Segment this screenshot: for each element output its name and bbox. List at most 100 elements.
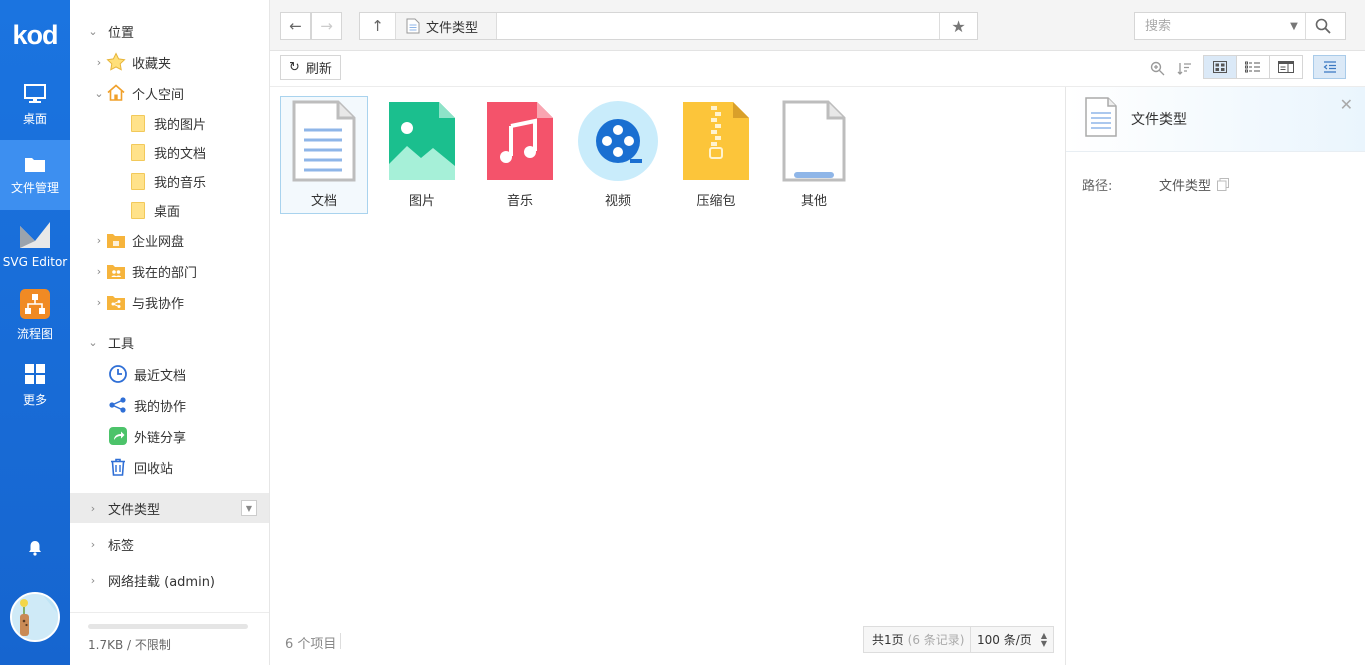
file-item-other[interactable]: 其他 [770,96,858,214]
back-button[interactable]: ← [280,12,311,40]
document-icon [1085,97,1117,137]
search-scope-dropdown[interactable]: ▼ [1283,21,1305,32]
chevron-down-icon: ⌄ [94,86,104,100]
app-logo[interactable]: kod [0,0,70,70]
department-folder-icon [106,261,126,281]
tree-item-shared-with-me[interactable]: › 与我协作 [70,288,269,316]
path-value: 文件类型 [1159,175,1230,194]
file-item-images[interactable]: 图片 [378,96,466,214]
divider [340,633,341,649]
view-list-button[interactable] [1237,56,1270,78]
rail-item-flowchart[interactable]: 流程图 [0,280,70,350]
tree-item-favorites[interactable]: › 收藏夹 [70,48,269,76]
tree-item-my-department[interactable]: › 我在的部门 [70,257,269,285]
view-split-button[interactable] [1270,56,1302,78]
row-menu-button[interactable]: ▼ [241,500,257,516]
avatar[interactable] [10,592,60,642]
refresh-icon: ↻ [289,60,300,75]
zip-icon [683,102,749,180]
toolbar: ↻ 刷新 [270,51,1365,87]
file-item-archives[interactable]: 压缩包 [672,96,760,214]
chevron-right-icon: › [90,537,96,551]
tree-item-personal-space[interactable]: ⌄ 个人空间 [70,79,269,107]
forward-button[interactable]: → [311,12,342,40]
search-button[interactable] [1305,13,1339,39]
sort-button[interactable] [1173,57,1195,79]
tree-label: 桌面 [154,204,181,220]
tree-label: 个人空间 [132,87,185,103]
tree-item-file-types[interactable]: › 文件类型 ▼ [70,493,269,523]
tree-label: 外链分享 [134,430,187,446]
rail-item-file-manager[interactable]: 文件管理 [0,140,70,210]
notification-button[interactable] [0,540,70,556]
document-icon [292,100,356,182]
folder-icon [128,142,148,162]
tree-item-recycle-bin[interactable]: 回收站 [70,453,269,481]
tree-label: 我的文档 [154,146,207,162]
split-view-icon [1278,61,1294,73]
home-icon [106,83,126,103]
rail-item-label: 更多 [22,392,47,407]
file-item-documents[interactable]: 文档 [280,96,368,214]
file-tree-sidebar: ⌄ 位置 › 收藏夹 ⌄ 个人空间 我的图片 我的文档 我的音乐 桌面 › 企业… [70,0,337,665]
address-bar[interactable]: ↑ 文件类型 ★ [359,12,978,40]
tree-header-tools[interactable]: ⌄ 工具 [70,328,269,356]
pagination[interactable]: 共1页 (6 条记录) [863,626,974,653]
zoom-button[interactable] [1146,57,1168,79]
tree-label: 回收站 [134,461,174,477]
divider [70,612,269,613]
chevron-right-icon: › [96,295,102,309]
tree-item-my-music[interactable]: 我的音乐 [70,167,269,195]
view-icons-button[interactable] [1204,56,1237,78]
file-name: 音乐 [506,194,533,209]
tree-label: 最近文档 [134,368,187,384]
chevron-right-icon: › [90,501,96,515]
shared-folder-icon [106,292,126,312]
app-rail: kod 桌面 文件管理 SVG Editor 流程图 更多 [0,0,70,665]
page-count: 共1页 [872,633,904,647]
tree-item-recent-docs[interactable]: 最近文档 [70,360,269,388]
tree-item-my-documents[interactable]: 我的文档 [70,138,269,166]
storage-quota-bar [88,624,248,629]
refresh-button[interactable]: ↻ 刷新 [280,55,341,80]
tree-item-my-pictures[interactable]: 我的图片 [70,109,269,137]
path-label: 路径: [1082,179,1113,194]
copy-icon[interactable] [1217,178,1230,191]
tree-item-tags[interactable]: › 标签 [70,530,269,558]
storage-quota-text: 1.7KB / 不限制 [88,638,171,652]
breadcrumb-label: 文件类型 [426,20,479,36]
favorite-button[interactable]: ★ [939,13,977,39]
search-input[interactable] [1135,13,1283,39]
breadcrumb[interactable]: 文件类型 [396,13,498,39]
tree-item-enterprise-drive[interactable]: › 企业网盘 [70,226,269,254]
tree-header-location[interactable]: ⌄ 位置 [70,17,269,45]
rail-item-more[interactable]: 更多 [0,350,70,420]
page-size-select[interactable]: 100 条/页 ▲ ▼ [970,626,1054,653]
rail-item-desktop[interactable]: 桌面 [0,70,70,140]
chevron-right-icon: › [96,264,102,278]
info-panel-title: 文件类型 [1131,112,1187,128]
tree-label: 收藏夹 [132,56,172,72]
file-item-video[interactable]: 视频 [574,96,662,214]
avatar-image-icon [12,594,58,640]
up-button[interactable]: ↑ [360,13,396,39]
info-panel-toggle[interactable] [1313,55,1346,79]
share-nodes-icon [108,395,128,415]
tree-item-network-mount[interactable]: › 网络挂载 (admin) [70,566,269,594]
close-icon: ✕ [1339,95,1353,114]
file-item-music[interactable]: 音乐 [476,96,564,214]
tree-item-desktop[interactable]: 桌面 [70,196,269,224]
rail-item-label: 流程图 [16,326,53,341]
tree-item-external-share[interactable]: 外链分享 [70,422,269,450]
clock-icon [108,364,128,384]
other-file-icon [782,100,846,182]
svg-editor-icon [20,222,50,248]
status-bar: 6 个项目 共1页 (6 条记录) 100 条/页 ▲ ▼ [270,623,1065,665]
grid-icon [25,363,45,384]
record-count: (6 条记录) [907,633,965,647]
chevron-right-icon: › [96,55,102,69]
rail-item-svg-editor[interactable]: SVG Editor [0,210,70,280]
tree-item-my-collaboration[interactable]: 我的协作 [70,391,269,419]
close-button[interactable]: ✕ [1340,95,1353,114]
tree-label: 文件类型 [108,502,161,518]
